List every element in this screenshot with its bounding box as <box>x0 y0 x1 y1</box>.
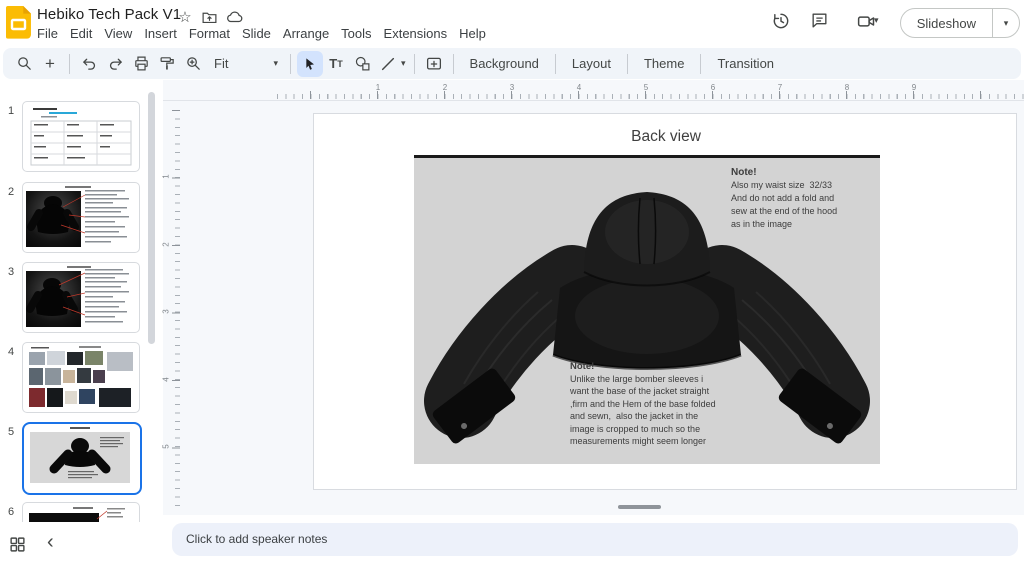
zoom-select[interactable]: Fit ▾ <box>206 56 284 71</box>
slide-thumbnail-6[interactable] <box>22 502 140 522</box>
filmstrip-scrollbar[interactable] <box>148 92 155 344</box>
h-ruler-label: 7 <box>778 83 782 92</box>
toolbar-divider <box>700 54 701 74</box>
zoom-caret-icon: ▾ <box>273 59 278 68</box>
redo-icon[interactable] <box>102 51 128 77</box>
slide-thumbnail-1[interactable] <box>22 101 140 172</box>
v-ruler-label: 2 <box>162 242 171 246</box>
menu-item-insert[interactable]: Insert <box>138 24 183 43</box>
zoom-value: Fit <box>214 56 228 71</box>
toolbar: + Fit ▾ TT <box>3 48 1021 79</box>
toolbar-divider <box>290 54 291 74</box>
jacket-back-image[interactable]: Note! Also my waist size 32/33 And do no… <box>414 158 880 464</box>
theme-button[interactable]: Theme <box>634 52 694 75</box>
thumbnail-list: 1 2 <box>0 80 163 522</box>
menubar: File Edit View Insert Format Slide Arran… <box>31 24 492 43</box>
title-bar: Hebiko Tech Pack V1 ☆ File Edit View Ins… <box>0 0 1024 48</box>
slide-thumbnail-5-selected[interactable] <box>22 422 142 495</box>
note-heading: Note! <box>731 167 871 178</box>
speaker-notes-bar: Click to add speaker notes <box>163 515 1024 563</box>
h-ruler-label: 3 <box>510 83 514 92</box>
menu-item-tools[interactable]: Tools <box>335 24 377 43</box>
menu-item-help[interactable]: Help <box>453 24 492 43</box>
slideshow-caret-icon[interactable]: ▾ <box>993 19 1019 28</box>
note-heading: Note! <box>570 361 746 372</box>
toolbar-divider <box>555 54 556 74</box>
version-history-icon[interactable] <box>771 11 793 33</box>
v-ruler-label: 5 <box>162 444 171 448</box>
menu-item-view[interactable]: View <box>98 24 138 43</box>
h-ruler-label: 1 <box>376 83 380 92</box>
slide-number: 3 <box>8 266 14 278</box>
line-tool-icon[interactable] <box>375 51 401 77</box>
menu-item-edit[interactable]: Edit <box>64 24 98 43</box>
text-box-tool-icon[interactable]: TT <box>323 51 349 77</box>
toolbar-divider <box>414 54 415 74</box>
h-ruler-label: 2 <box>443 83 447 92</box>
v-ruler-label: 3 <box>162 309 171 313</box>
canvas-horizontal-scrollbar[interactable] <box>618 505 661 509</box>
collapse-filmstrip-icon[interactable]: ‹ <box>47 532 54 552</box>
slideshow-button[interactable]: Slideshow <box>901 16 992 31</box>
line-tool-caret-icon[interactable]: ▾ <box>401 59 406 68</box>
v-ruler-label: 1 <box>162 174 171 178</box>
print-icon[interactable] <box>128 51 154 77</box>
slide-thumbnail-3[interactable] <box>22 262 140 333</box>
note-textbox-bottom[interactable]: Note! Unlike the large bomber sleeves i … <box>570 361 746 447</box>
slideshow-split-button: Slideshow ▾ <box>900 8 1020 38</box>
ruler-ticks <box>172 110 180 510</box>
h-ruler-label: 5 <box>644 83 648 92</box>
vertical-ruler: 1 2 3 4 5 <box>163 100 180 515</box>
transition-button[interactable]: Transition <box>707 52 784 75</box>
insert-comment-icon[interactable] <box>421 51 447 77</box>
search-menus-icon[interactable] <box>11 51 37 77</box>
new-slide-icon[interactable]: + <box>37 51 63 77</box>
slide-thumbnail-2[interactable] <box>22 182 140 253</box>
toolbar-divider <box>69 54 70 74</box>
select-tool-icon[interactable] <box>297 51 323 77</box>
note-textbox-top[interactable]: Note! Also my waist size 32/33 And do no… <box>731 167 871 231</box>
slide-title-textbox[interactable]: Back view <box>314 128 1018 146</box>
slide-thumbnail-4[interactable] <box>22 342 140 413</box>
grid-view-icon[interactable] <box>9 536 26 553</box>
speaker-notes-box[interactable]: Click to add speaker notes <box>172 523 1018 556</box>
toolbar-divider <box>627 54 628 74</box>
background-button[interactable]: Background <box>460 52 549 75</box>
layout-button[interactable]: Layout <box>562 52 621 75</box>
menu-item-slide[interactable]: Slide <box>236 24 277 43</box>
slides-logo-icon[interactable] <box>6 6 32 40</box>
note-body: Also my waist size 32/33 And do not add … <box>731 179 871 231</box>
ruler-ticks <box>310 91 1024 99</box>
menu-item-extensions[interactable]: Extensions <box>378 24 454 43</box>
slide-number: 5 <box>8 426 14 438</box>
slide-number: 2 <box>8 186 14 198</box>
note-body: Unlike the large bomber sleeves i want t… <box>570 373 746 447</box>
document-title[interactable]: Hebiko Tech Pack V1 <box>37 6 181 23</box>
menu-item-format[interactable]: Format <box>183 24 236 43</box>
h-ruler-label: 4 <box>577 83 581 92</box>
h-ruler-label: 6 <box>711 83 715 92</box>
slide-filmstrip: 1 2 <box>0 80 163 563</box>
v-ruler-label: 4 <box>162 377 171 381</box>
shape-tool-icon[interactable] <box>349 51 375 77</box>
zoom-in-icon[interactable] <box>180 51 206 77</box>
slide-number: 4 <box>8 346 14 358</box>
toolbar-divider <box>453 54 454 74</box>
slide-page[interactable]: Back view <box>313 113 1017 490</box>
h-ruler-label: 9 <box>912 83 916 92</box>
slide-canvas-area: 1 2 3 4 5 6 7 8 9 1 2 3 4 5 Back view <box>163 80 1024 515</box>
comments-icon[interactable] <box>810 11 832 33</box>
menu-item-arrange[interactable]: Arrange <box>277 24 335 43</box>
menu-item-file[interactable]: File <box>31 24 64 43</box>
meet-caret-icon[interactable]: ▾ <box>874 16 896 38</box>
slide-number: 6 <box>8 506 14 518</box>
horizontal-ruler: 1 2 3 4 5 6 7 8 9 <box>163 80 1024 101</box>
h-ruler-label: 8 <box>845 83 849 92</box>
paint-format-icon[interactable] <box>154 51 180 77</box>
speaker-notes-placeholder[interactable]: Click to add speaker notes <box>186 523 327 556</box>
undo-icon[interactable] <box>76 51 102 77</box>
slide-number: 1 <box>8 105 14 117</box>
